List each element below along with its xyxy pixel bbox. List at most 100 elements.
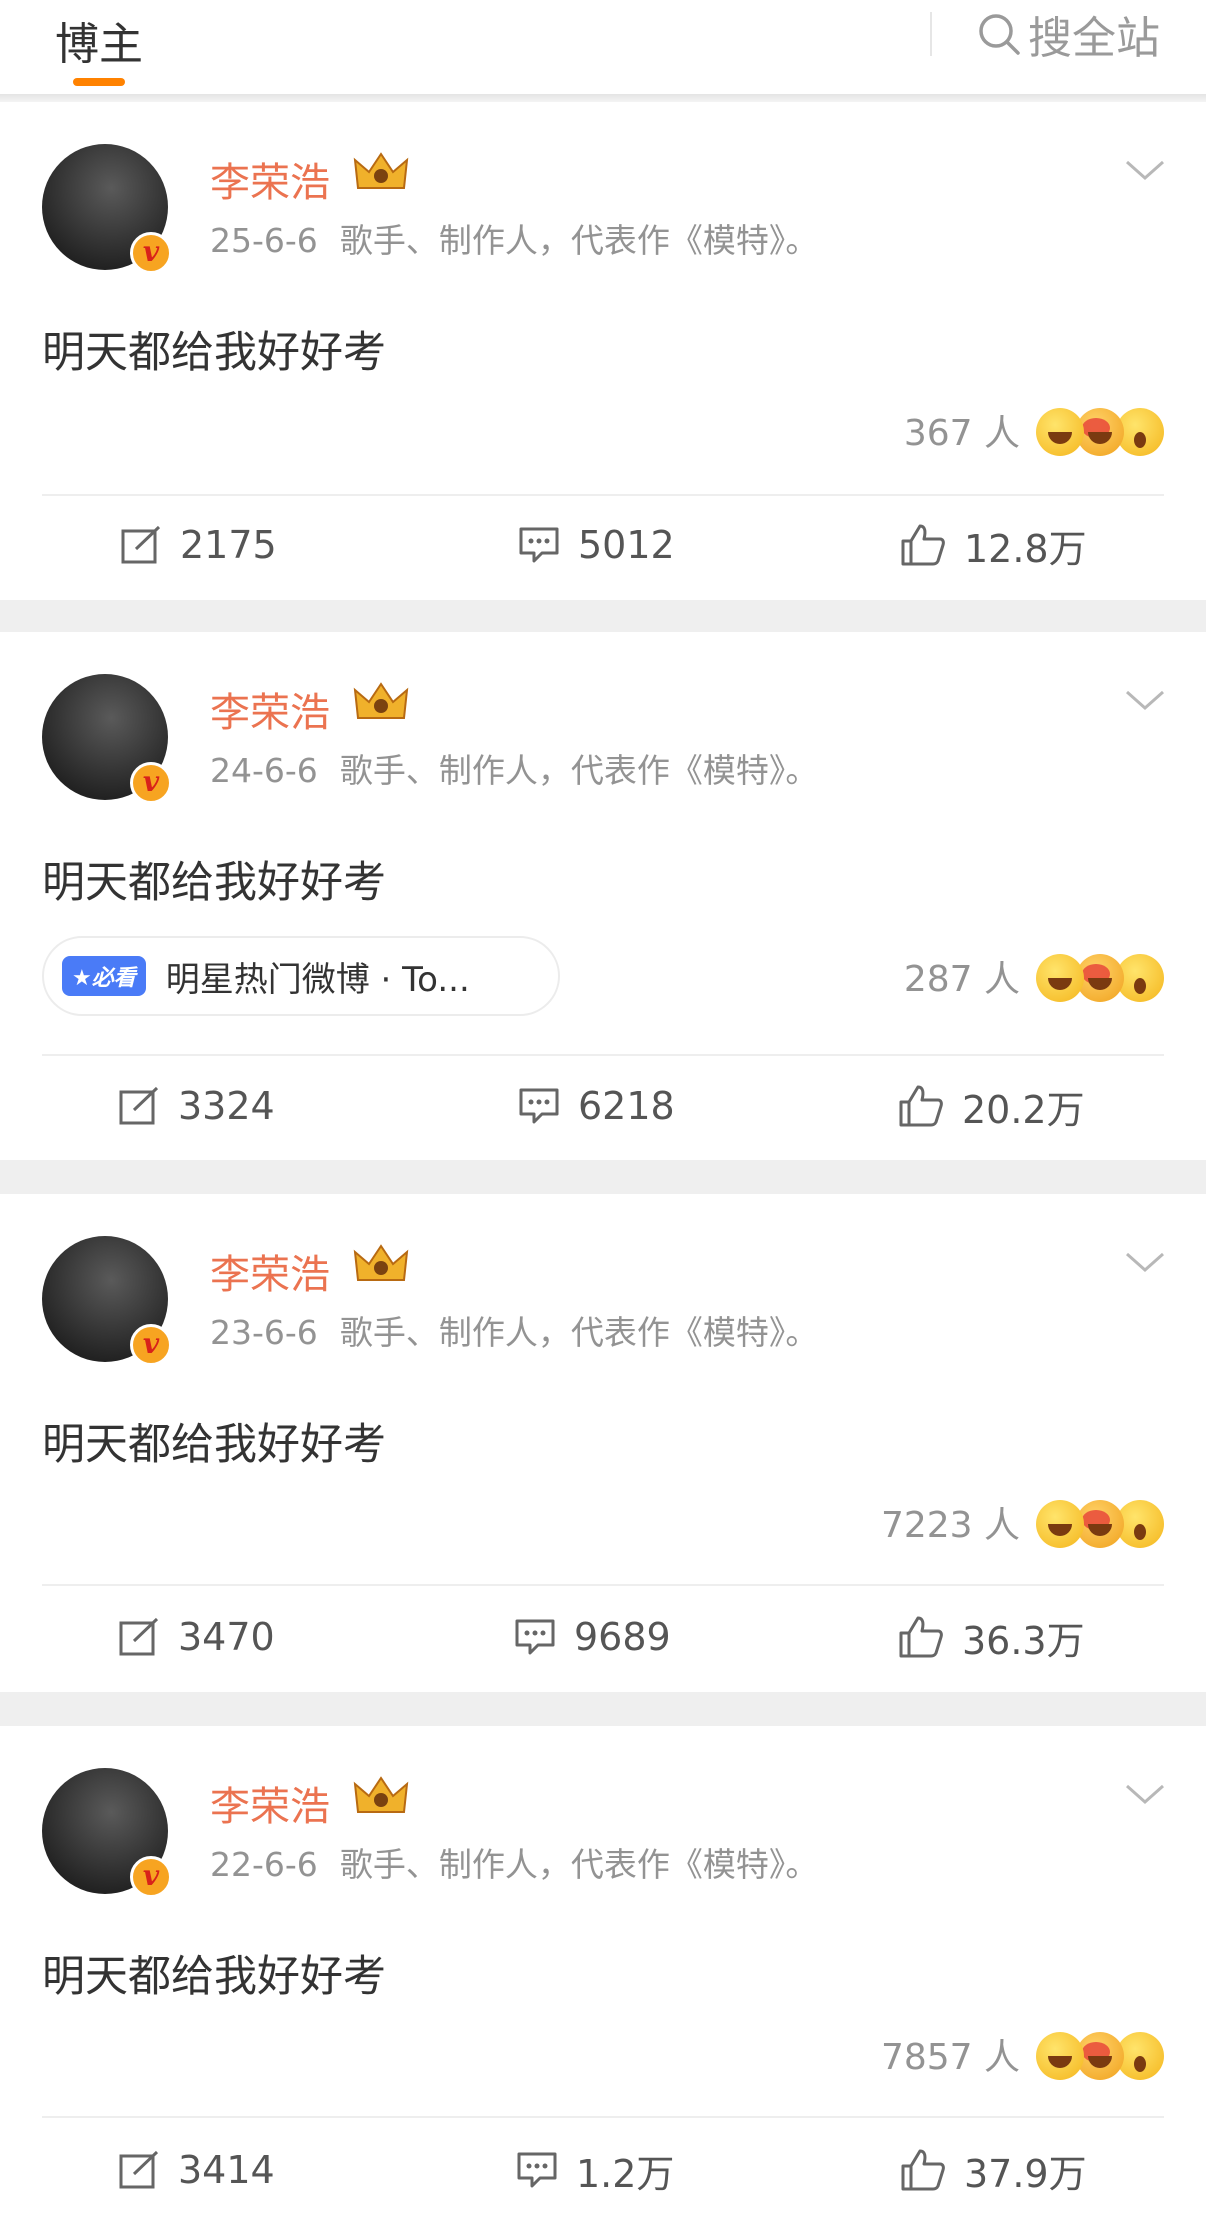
like-button[interactable]: 36.3万 [898, 1607, 1085, 1667]
post-text[interactable]: 明天都给我好好考 [42, 1942, 386, 2004]
reactions[interactable]: 7857 人 [880, 2024, 1164, 2084]
crown-badge-icon [353, 152, 409, 189]
chevron-down-icon[interactable] [1124, 158, 1166, 182]
comment-count: 6218 [578, 1084, 675, 1128]
verified-v-icon: v [130, 1324, 172, 1366]
reaction-count: 367 人 [903, 413, 1020, 454]
reaction-count: 7223 人 [880, 1505, 1020, 1546]
comment-icon [517, 2152, 557, 2188]
post-meta: 25-6-6 歌手、制作人，代表作《模特》。 [210, 214, 818, 262]
hot-topic-tag[interactable]: ★必看 明星热门微博 · To... [42, 936, 560, 1016]
like-count: 12.8万 [964, 526, 1087, 571]
repost-icon [119, 2150, 159, 2189]
reactions[interactable]: 367 人 [903, 400, 1164, 460]
like-icon [901, 524, 945, 566]
username[interactable]: 李荣浩 [210, 1774, 330, 1832]
comment-icon [515, 1619, 555, 1655]
repost-count: 3324 [178, 1084, 275, 1128]
post-text[interactable]: 明天都给我好好考 [42, 848, 386, 910]
repost-icon [121, 525, 161, 564]
user-bio: 歌手、制作人，代表作《模特》。 [339, 1313, 819, 1352]
username[interactable]: 李荣浩 [210, 1242, 330, 1300]
repost-button[interactable]: 3324 [118, 1076, 275, 1136]
post-date: 22-6-6 [210, 1845, 318, 1884]
tab-bloggers[interactable]: 博主 [55, 8, 143, 72]
comment-icon [519, 527, 559, 563]
divider [42, 494, 1164, 496]
chevron-down-icon[interactable] [1124, 1782, 1166, 1806]
post-date: 24-6-6 [210, 751, 318, 790]
post-actions: 2175 5012 12.8万 [0, 515, 1206, 575]
like-icon [899, 1616, 943, 1658]
must-see-badge: ★必看 [62, 956, 146, 996]
grin-emoji-icon [1036, 2032, 1084, 2080]
comment-button[interactable]: 5012 [518, 515, 675, 575]
repost-button[interactable]: 3470 [118, 1607, 275, 1667]
reactions[interactable]: 7223 人 [880, 1492, 1164, 1552]
reaction-emojis [1036, 1496, 1164, 1548]
post-card[interactable]: v 李荣浩 24-6-6 歌手、制作人，代表作《模特》。 明天都给我好好考 ★必看… [0, 632, 1206, 1160]
divider [42, 1584, 1164, 1586]
user-bio: 歌手、制作人，代表作《模特》。 [339, 1845, 819, 1884]
top-divider [930, 12, 932, 56]
username[interactable]: 李荣浩 [210, 150, 330, 208]
reaction-count: 287 人 [903, 959, 1020, 1000]
comment-count: 9689 [574, 1615, 671, 1659]
verified-v-icon: v [130, 1856, 172, 1898]
user-bio: 歌手、制作人，代表作《模特》。 [339, 221, 819, 260]
crown-badge-icon [353, 1244, 409, 1281]
chevron-down-icon[interactable] [1124, 688, 1166, 712]
post-text[interactable]: 明天都给我好好考 [42, 318, 386, 380]
verified-v-icon: v [130, 762, 172, 804]
like-icon [901, 2149, 945, 2191]
repost-count: 3470 [178, 1615, 275, 1659]
post-card[interactable]: v 李荣浩 25-6-6 歌手、制作人，代表作《模特》。 明天都给我好好考 367… [0, 102, 1206, 600]
grin-emoji-icon [1036, 954, 1084, 1002]
top-bar: 博主 搜全站 [0, 0, 1206, 96]
like-button[interactable]: 37.9万 [900, 2140, 1087, 2200]
post-card[interactable]: v 李荣浩 23-6-6 歌手、制作人，代表作《模特》。 明天都给我好好考 722… [0, 1194, 1206, 1692]
repost-count: 3414 [178, 2148, 275, 2192]
post-date: 23-6-6 [210, 1313, 318, 1352]
repost-icon [119, 1617, 159, 1656]
post-meta: 22-6-6 歌手、制作人，代表作《模特》。 [210, 1838, 818, 1886]
post-card[interactable]: v 李荣浩 22-6-6 歌手、制作人，代表作《模特》。 明天都给我好好考 785… [0, 1726, 1206, 2224]
reactions[interactable]: 287 人 [903, 946, 1164, 1006]
verified-v-icon: v [130, 232, 172, 274]
like-count: 20.2万 [962, 1087, 1085, 1132]
comment-button[interactable]: 9689 [514, 1607, 671, 1667]
like-count: 36.3万 [962, 1618, 1085, 1663]
comment-button[interactable]: 1.2万 [516, 2140, 674, 2200]
post-text[interactable]: 明天都给我好好考 [42, 1410, 386, 1472]
grin-emoji-icon [1036, 408, 1084, 456]
search-all-label: 搜全站 [1028, 13, 1160, 64]
reaction-count: 7857 人 [880, 2037, 1020, 2078]
crown-badge-icon [353, 1776, 409, 1813]
username[interactable]: 李荣浩 [210, 680, 330, 738]
comment-icon [519, 1088, 559, 1124]
post-actions: 3324 6218 20.2万 [0, 1076, 1206, 1136]
post-date: 25-6-6 [210, 221, 318, 260]
chevron-down-icon[interactable] [1124, 1250, 1166, 1274]
repost-count: 2175 [180, 523, 277, 567]
like-button[interactable]: 12.8万 [900, 515, 1087, 575]
like-button[interactable]: 20.2万 [898, 1076, 1085, 1136]
search-all-button[interactable]: 搜全站 [976, 6, 1160, 64]
repost-button[interactable]: 3414 [118, 2140, 275, 2200]
comment-count: 1.2万 [576, 2151, 675, 2196]
tab-active-indicator [73, 78, 125, 86]
divider [42, 1054, 1164, 1056]
reaction-emojis [1036, 404, 1164, 456]
user-bio: 歌手、制作人，代表作《模特》。 [339, 751, 819, 790]
post-actions: 3470 9689 36.3万 [0, 1607, 1206, 1667]
search-icon [979, 14, 1020, 55]
hot-topic-label: 明星热门微博 · To... [165, 959, 470, 1000]
post-meta: 23-6-6 歌手、制作人，代表作《模特》。 [210, 1306, 818, 1354]
comment-button[interactable]: 6218 [518, 1076, 675, 1136]
crown-badge-icon [353, 682, 409, 719]
divider [42, 2116, 1164, 2118]
post-actions: 3414 1.2万 37.9万 [0, 2140, 1206, 2200]
top-shadow [0, 94, 1206, 102]
like-count: 37.9万 [964, 2151, 1087, 2196]
repost-button[interactable]: 2175 [120, 515, 277, 575]
